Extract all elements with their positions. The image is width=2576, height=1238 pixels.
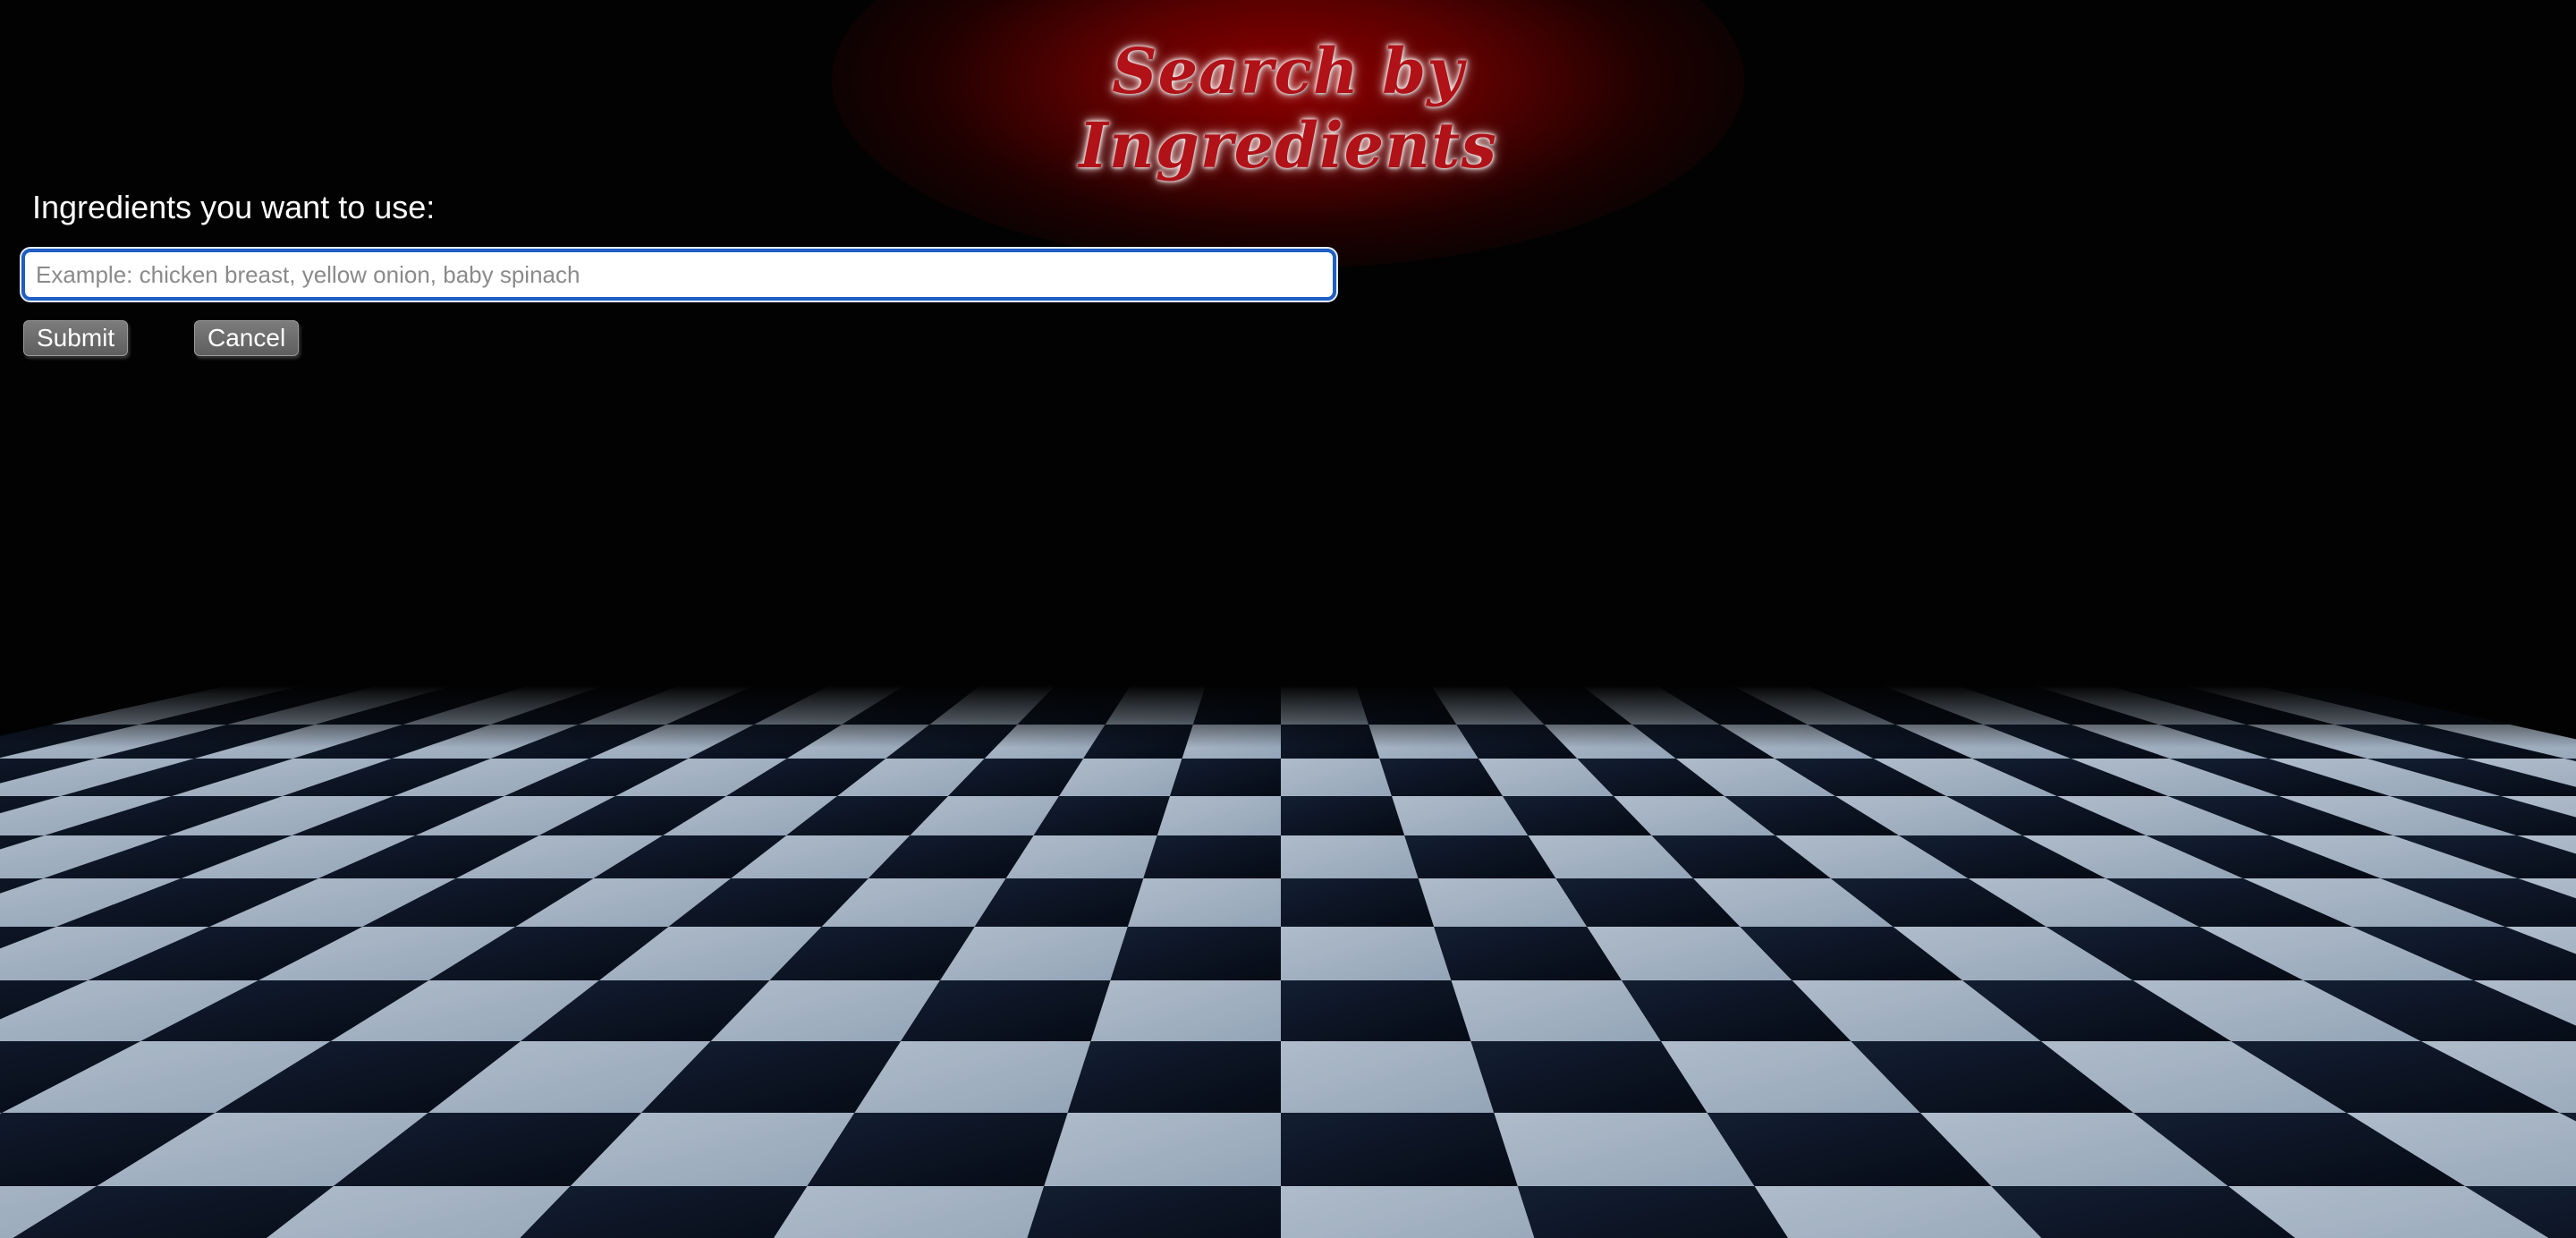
floor-shade — [0, 685, 2576, 1238]
ingredients-input[interactable] — [20, 247, 1338, 302]
submit-button[interactable]: Submit — [23, 320, 129, 356]
page-title: Search by Ingredients — [1079, 34, 1497, 182]
ingredients-label: Ingredients you want to use: — [32, 189, 436, 225]
checkered-floor — [0, 685, 2576, 1238]
floor-tiles — [0, 685, 2576, 1238]
form-buttons: Submit Cancel — [21, 320, 1336, 358]
cancel-button[interactable]: Cancel — [194, 320, 300, 356]
ingredient-search-form: Ingredients you want to use: Submit Canc… — [20, 188, 1338, 358]
page: Search by Ingredients Ingredients you wa… — [0, 0, 2576, 1238]
